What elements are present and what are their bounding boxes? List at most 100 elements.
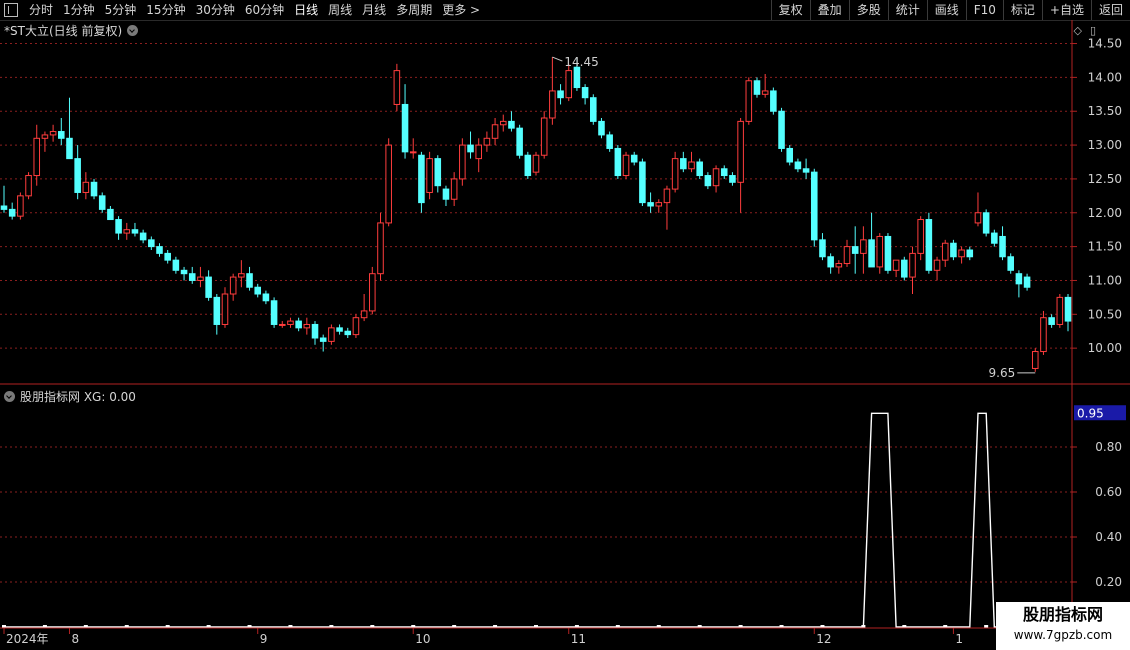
candle-body	[1040, 317, 1047, 353]
candle-body	[851, 246, 859, 254]
candle-body	[459, 144, 466, 180]
x-tick-label: 2024年	[6, 632, 49, 646]
candle-body	[278, 323, 286, 326]
price-tick-label: 13.00	[1088, 138, 1122, 152]
candle-body	[508, 120, 515, 129]
candle-body	[778, 110, 785, 149]
candle-body	[369, 273, 376, 312]
candle-body	[655, 202, 663, 207]
candle-body	[82, 181, 90, 193]
candle-body	[262, 293, 270, 302]
candle-body	[630, 154, 638, 163]
kline-chart[interactable]: 14.50 14.00 13.50 13.00 12.50 12.00 11.50 11.00…	[0, 0, 1130, 650]
candle-body	[467, 144, 474, 153]
candle-body	[8, 208, 16, 217]
candle-body	[1056, 296, 1064, 325]
candle-body	[950, 242, 957, 258]
indicator-tick-label: 0.40	[1095, 530, 1122, 544]
candle-body	[328, 327, 335, 342]
candle-body	[172, 259, 180, 271]
candle-body	[25, 175, 32, 197]
candle-body	[336, 327, 343, 332]
candle-body	[58, 131, 65, 139]
candle-body	[639, 161, 646, 204]
candle-body	[1023, 276, 1031, 288]
candle-body	[901, 259, 908, 278]
candle-body	[892, 259, 900, 271]
candle-body	[238, 273, 245, 278]
candle-body	[590, 97, 597, 122]
candle-body	[827, 256, 834, 268]
candle-body	[303, 323, 311, 329]
candle-body	[549, 90, 556, 119]
price-tick-label: 13.50	[1088, 104, 1122, 118]
candle-body	[360, 310, 368, 319]
candle-body	[647, 202, 654, 207]
candle-body	[671, 158, 679, 190]
candle-body	[344, 330, 352, 336]
candle-body	[966, 249, 974, 258]
candle-body	[982, 212, 990, 234]
high-label: 14.45	[564, 55, 598, 69]
candle-body	[115, 219, 122, 234]
candle-body	[74, 158, 81, 193]
candle-body	[680, 158, 687, 170]
candle-body	[720, 168, 728, 177]
candle-body	[761, 90, 769, 95]
candle-body	[131, 229, 139, 234]
watermark-line1: 股朋指标网	[1022, 605, 1103, 624]
watermark-line2: www.7gpzb.com	[1013, 628, 1113, 642]
candle-body	[917, 219, 924, 254]
candle-body	[148, 239, 155, 248]
candle-body	[311, 323, 319, 339]
candle-body	[909, 252, 916, 278]
candle-body	[164, 252, 171, 261]
candle-body	[401, 103, 409, 153]
candle-body	[107, 208, 114, 221]
candle-body	[712, 168, 720, 187]
candle-body	[188, 273, 196, 281]
candle-body	[287, 320, 294, 325]
candle-body	[802, 168, 810, 173]
candle-body	[409, 151, 417, 154]
candle-body	[958, 249, 965, 258]
price-tick-label: 10.00	[1088, 341, 1122, 355]
price-tick-label: 14.50	[1088, 37, 1122, 51]
candle-body	[1031, 351, 1039, 369]
candle-body	[66, 137, 73, 160]
candle-body	[843, 246, 851, 265]
indicator-tick-label: 0.60	[1095, 485, 1122, 499]
candle-body	[180, 269, 188, 275]
candle-body	[524, 154, 532, 177]
candle-body	[1064, 296, 1072, 322]
candle-body	[737, 120, 744, 183]
candle-body	[319, 337, 327, 342]
x-tick-label: 10	[415, 632, 430, 646]
indicator-tick-label: 0.80	[1095, 440, 1122, 454]
candle-body	[991, 232, 998, 244]
x-tick-label: 11	[571, 632, 586, 646]
candle-body	[794, 161, 802, 170]
candle-body	[835, 263, 843, 268]
watermark: 股朋指标网 www.7gpzb.com	[996, 602, 1130, 650]
candle-body	[213, 296, 221, 325]
candle-body	[139, 232, 147, 241]
candle-body	[98, 195, 106, 210]
price-tick-label: 11.50	[1088, 240, 1122, 254]
candle-body	[229, 276, 237, 295]
price-tick-label: 10.50	[1088, 307, 1122, 321]
candle-body	[770, 90, 777, 112]
candle-body	[0, 205, 8, 210]
candle-body	[156, 246, 163, 254]
candle-body	[622, 154, 630, 177]
candle-body	[540, 117, 548, 156]
current-value: 0.95	[1077, 406, 1104, 420]
price-tick-label: 11.00	[1088, 273, 1122, 287]
candle-body	[442, 188, 450, 200]
candle-body	[352, 317, 360, 336]
candle-body	[475, 144, 482, 160]
x-tick-label: 8	[71, 632, 79, 646]
candle-body	[516, 127, 523, 156]
candle-body	[745, 80, 753, 122]
x-tick-label: 1	[955, 632, 963, 646]
